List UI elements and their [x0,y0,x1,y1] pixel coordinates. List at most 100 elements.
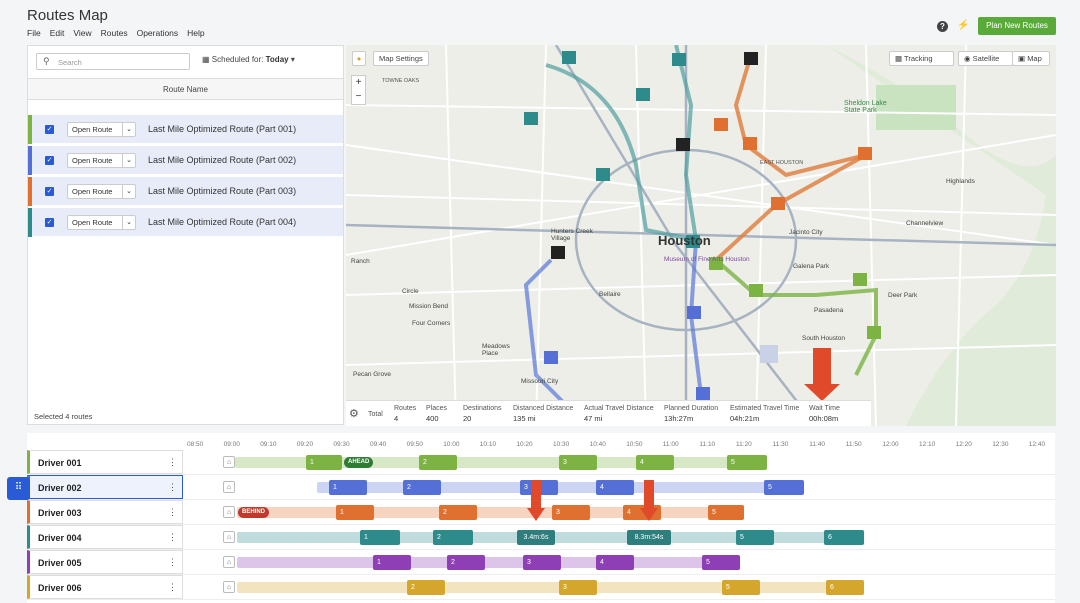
route-checkbox[interactable]: ✓ [45,125,54,134]
driver-label[interactable]: Driver 004 ⋮ [27,525,183,549]
time-tick: 10:30 [553,441,570,448]
map-label: EAST HOUSTON [760,160,804,166]
home-icon[interactable]: ⌂ [223,456,235,468]
calendar-icon: ▦ [202,55,210,64]
stop-block[interactable]: 2 [439,505,477,520]
stop-block[interactable]: 1 [336,505,374,520]
stop-block[interactable]: 3 [552,505,590,520]
route-checkbox[interactable]: ✓ [45,187,54,196]
route-checkbox[interactable]: ✓ [45,156,54,165]
driver-label[interactable]: Driver 002 ⋮ [27,475,183,499]
driver-label[interactable]: Driver 005 ⋮ [27,550,183,574]
menu-help[interactable]: Help [187,28,204,38]
time-tick: 09:50 [406,441,423,448]
route-row[interactable]: ✓ Open Route ⌄ Last Mile Optimized Route … [28,208,343,237]
zoom-in-button[interactable]: + [352,76,365,90]
home-icon[interactable]: ⌂ [223,481,235,493]
satellite-button[interactable]: ◉ Satellite [958,51,1013,66]
stop-block[interactable]: 4 [636,455,674,470]
driver-row[interactable]: Driver 001 ⋮ ⌂ 1 2 3 4 5 AHEAD [27,450,1055,475]
open-route-button[interactable]: Open Route ⌄ [67,184,136,199]
delay-marker[interactable]: 3.4m:6s [517,530,555,545]
stop-block[interactable]: 5 [727,455,767,470]
stop-block[interactable]: 3 [559,455,597,470]
stop-block[interactable]: 2 [419,455,457,470]
tracking-button[interactable]: ▦ Tracking [889,51,954,66]
driver-row[interactable]: Driver 004 ⋮ ⌂ 1 2 5 6 3.4m:6s 8.3m:54s [27,480,1055,550]
bolt-icon[interactable]: ⚡ [957,20,969,31]
driver-row[interactable]: Driver 006 ⋮ ⌂ 2 3 5 6 [27,575,1055,600]
home-icon[interactable]: ⌂ [223,581,235,593]
stop-block[interactable]: 2 [447,555,485,570]
open-route-button[interactable]: Open Route ⌄ [67,122,136,137]
stop-block[interactable]: 5 [722,580,760,595]
gear-icon[interactable]: ⚙ [349,407,359,420]
driver-label[interactable]: Driver 003 ⋮ [27,500,183,524]
menu-file[interactable]: File [27,28,41,38]
stop-block[interactable]: 5 [764,480,804,495]
stop-block[interactable]: 2 [407,580,445,595]
driver-row[interactable]: Driver 002 ⋮ ⌂ 1 2 3 4 5 [27,475,1055,500]
more-options-icon[interactable]: ⋮ [168,457,177,468]
stop-block[interactable]: 5 [702,555,740,570]
stop-block[interactable]: 5 [736,530,774,545]
route-row[interactable]: ✓ Open Route ⌄ Last Mile Optimized Route … [28,115,343,144]
time-tick: 12:00 [882,441,899,448]
stop-block[interactable]: 1 [306,455,342,470]
stop-block[interactable]: 5 [708,505,744,520]
driver-row[interactable]: Driver 005 ⋮ ⌂ 1 2 3 4 5 [27,550,1055,575]
selected-count: Selected 4 routes [34,412,93,421]
map-label: South Houston [802,335,846,342]
map-label: Sheldon Lake State Park [844,100,887,114]
help-icon[interactable]: ? [937,21,948,32]
route-row[interactable]: ✓ Open Route ⌄ Last Mile Optimized Route … [28,177,343,206]
column-header-route-name[interactable]: Route Name [28,78,343,100]
map-settings-button[interactable]: Map Settings [373,51,429,66]
menu-operations[interactable]: Operations [137,28,179,38]
delay-marker[interactable]: 8.3m:54s [627,530,671,545]
stop-block[interactable]: 4 [596,480,634,495]
zoom-control[interactable]: + − [351,75,366,105]
more-options-icon[interactable]: ⋮ [168,482,177,493]
menu-view[interactable]: View [73,28,91,38]
stop-block[interactable]: 2 [433,530,473,545]
more-options-icon[interactable]: ⋮ [168,582,177,593]
time-tick: 11:50 [845,441,862,448]
home-icon[interactable]: ⌂ [223,531,235,543]
drag-handle-icon[interactable]: ⠿ [7,477,30,500]
home-icon[interactable]: ⌂ [223,506,235,518]
stop-block[interactable]: 1 [360,530,400,545]
map-type-button[interactable]: ▣ Map [1012,51,1050,66]
time-tick: 09:30 [333,441,350,448]
open-route-button[interactable]: Open Route ⌄ [67,153,136,168]
open-route-button[interactable]: Open Route ⌄ [67,215,136,230]
route-row[interactable]: ✓ Open Route ⌄ Last Mile Optimized Route … [28,146,343,175]
driver-name: Driver 003 [38,508,82,518]
stop-block[interactable]: 1 [329,480,367,495]
map-view[interactable]: Houston TOWNE OAKS Sheldon Lake State Pa… [346,45,1056,426]
stat-total-label: Total [368,411,383,418]
menu-routes[interactable]: Routes [101,28,128,38]
scheduled-for-dropdown[interactable]: ▦ Scheduled for: Today ▾ [202,55,295,64]
driver-label[interactable]: Driver 001 ⋮ [27,450,183,474]
more-options-icon[interactable]: ⋮ [168,557,177,568]
zoom-out-button[interactable]: − [352,90,365,104]
home-icon[interactable]: ⌂ [223,556,235,568]
stop-block[interactable]: 3 [523,555,561,570]
stop-block[interactable]: 1 [373,555,411,570]
stop-block[interactable]: 6 [826,580,864,595]
stop-block[interactable]: 6 [824,530,864,545]
map-label: Meadows Place [482,343,510,357]
search-input[interactable]: ⚲ Search [36,53,190,70]
stop-block[interactable]: 3 [559,580,597,595]
plan-new-routes-button[interactable]: Plan New Routes [978,17,1056,35]
stop-block[interactable]: 4 [596,555,634,570]
stop-block[interactable]: 2 [403,480,441,495]
route-checkbox[interactable]: ✓ [45,218,54,227]
more-options-icon[interactable]: ⋮ [168,507,177,518]
menu-edit[interactable]: Edit [50,28,65,38]
person-icon[interactable]: ● [352,51,366,66]
driver-label[interactable]: Driver 006 ⋮ [27,575,183,599]
map-label: Ranch [351,258,370,265]
more-options-icon[interactable]: ⋮ [168,532,177,543]
